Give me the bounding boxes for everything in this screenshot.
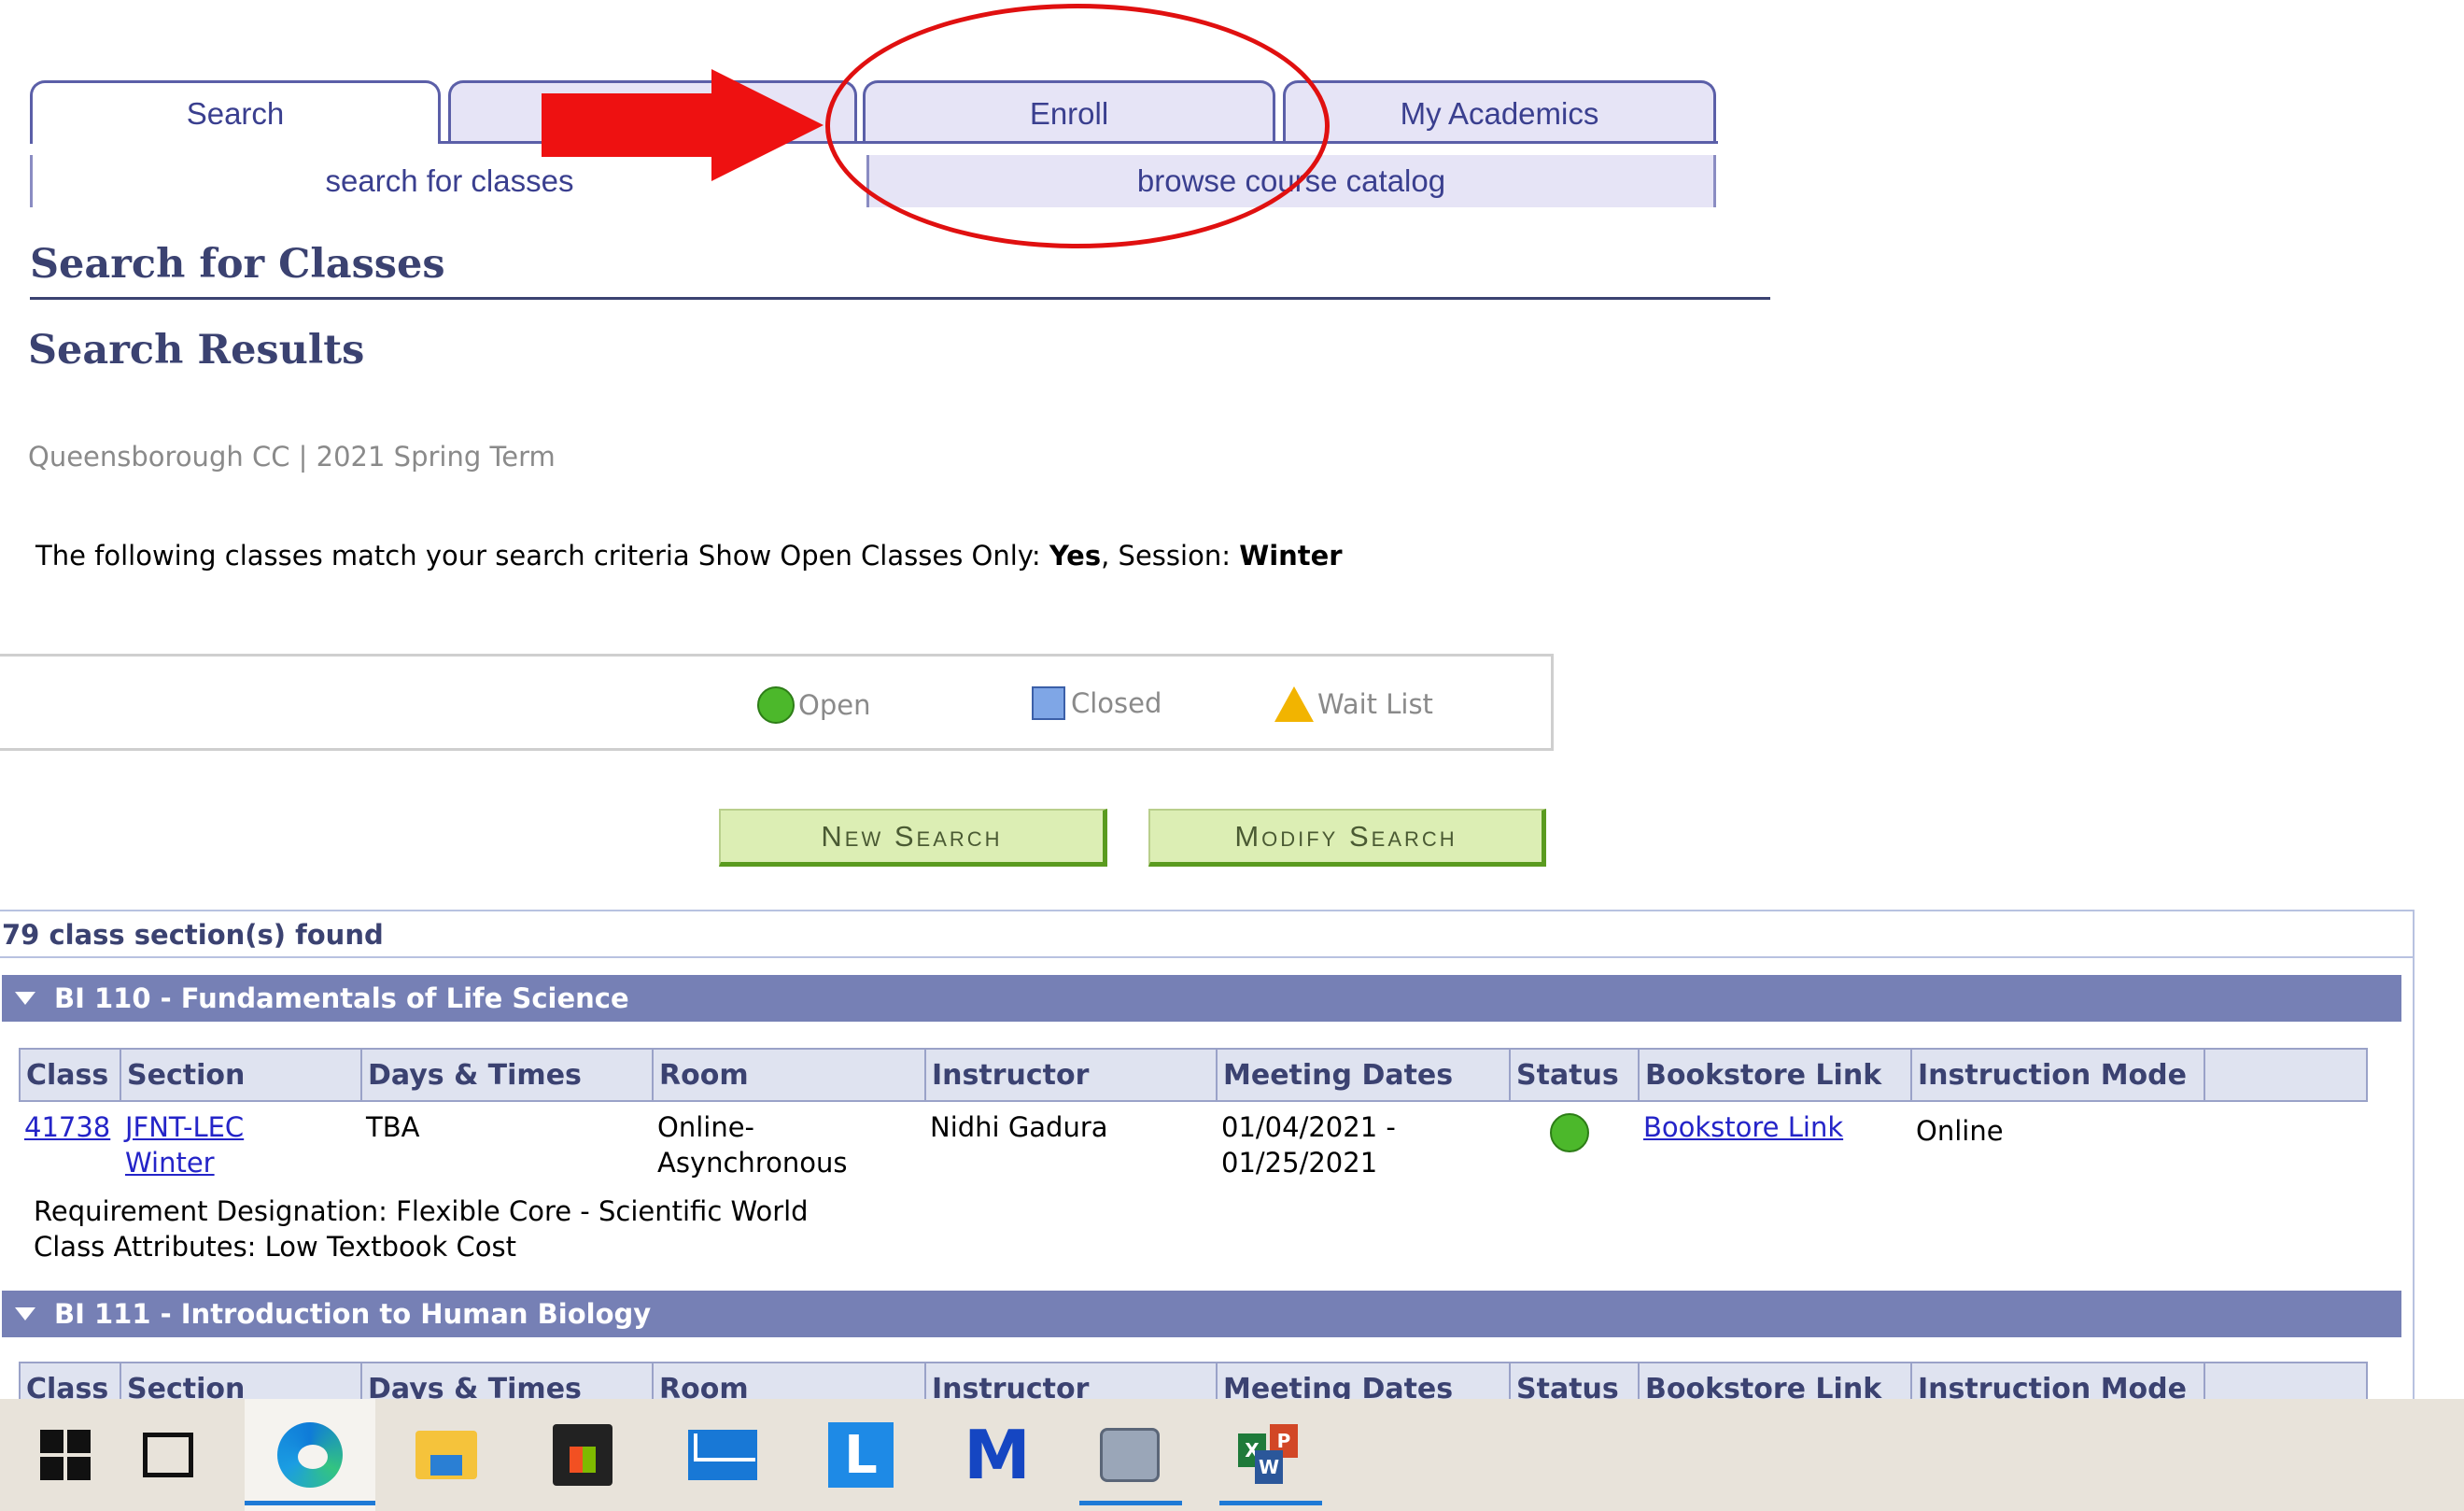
subtab-search-label: search for classes xyxy=(325,163,574,198)
annotation-circle xyxy=(825,4,1330,248)
modify-search-label: Modify Search xyxy=(1234,819,1457,853)
room: Online- Asynchronous xyxy=(657,1109,847,1180)
bookstore-link-text[interactable]: Bookstore Link xyxy=(1643,1111,1843,1143)
annotation-arrow-head xyxy=(711,69,824,181)
legend-open: Open xyxy=(757,686,870,724)
office-icon[interactable]: X P W xyxy=(1204,1399,1335,1511)
tab-my-academics-label: My Academics xyxy=(1400,95,1599,131)
task-view-icon[interactable] xyxy=(103,1399,233,1511)
dates-line2: 01/25/2021 xyxy=(1221,1147,1378,1179)
section-title: Search Results xyxy=(28,327,365,374)
course-title: BI 111 - Introduction to Human Biology xyxy=(54,1298,652,1330)
malwarebytes-icon[interactable]: M xyxy=(932,1399,1063,1511)
col-class: Class xyxy=(26,1058,109,1092)
store-icon[interactable] xyxy=(517,1399,648,1511)
tab-search-label: Search xyxy=(186,95,285,131)
new-search-button[interactable]: New Search xyxy=(719,809,1107,867)
days-times: TBA xyxy=(366,1111,420,1143)
collapse-triangle-icon[interactable] xyxy=(15,992,35,1005)
course-header[interactable]: BI 110 - Fundamentals of Life Science xyxy=(2,975,2401,1022)
legend-wait-list: Wait List xyxy=(1274,686,1433,722)
annotation-arrow-body xyxy=(542,93,719,157)
taskbar: L M X P W xyxy=(0,1399,2464,1511)
results-count: 79 class section(s) found xyxy=(2,919,384,951)
legend-closed-label: Closed xyxy=(1071,687,1162,719)
col-instruction-mode: Instruction Mode xyxy=(1910,1050,2204,1100)
class-attributes: Class Attributes: Low Textbook Cost xyxy=(34,1231,517,1263)
legend-wait-label: Wait List xyxy=(1317,688,1433,720)
dates-line1: 01/04/2021 - xyxy=(1221,1111,1396,1143)
bookstore-link[interactable]: Bookstore Link xyxy=(1643,1109,1843,1145)
wait-list-status-icon xyxy=(1274,686,1314,722)
room-line2: Asynchronous xyxy=(657,1147,848,1179)
search-criteria: The following classes match your search … xyxy=(35,540,1343,572)
sections-table-header: Class Section Days & Times Room Instruct… xyxy=(19,1048,2368,1102)
section-session[interactable]: Winter xyxy=(125,1147,215,1179)
title-divider xyxy=(30,297,1770,300)
status-legend: Open Closed Wait List xyxy=(0,654,1554,751)
col-instructor: Instructor xyxy=(924,1050,1216,1100)
closed-status-icon xyxy=(1032,686,1065,720)
open-status-icon xyxy=(757,686,795,724)
room-line1: Online- xyxy=(657,1111,755,1143)
col-room: Room xyxy=(652,1050,924,1100)
criteria-session: Winter xyxy=(1239,540,1343,572)
new-search-label: New Search xyxy=(821,819,1003,853)
course-title: BI 110 - Fundamentals of Life Science xyxy=(54,982,629,1014)
class-number-link[interactable]: 41738 xyxy=(24,1109,110,1145)
section-link[interactable]: JFNT-LEC Winter xyxy=(125,1109,244,1180)
col-bookstore: Bookstore Link xyxy=(1638,1050,1910,1100)
l-app-icon[interactable]: L xyxy=(796,1399,926,1511)
meeting-dates: 01/04/2021 - 01/25/2021 xyxy=(1221,1109,1396,1180)
mail-icon[interactable] xyxy=(657,1399,788,1511)
page-title: Search for Classes xyxy=(30,241,445,288)
col-status: Status xyxy=(1509,1050,1638,1100)
class-number[interactable]: 41738 xyxy=(24,1111,110,1143)
tab-my-academics[interactable]: My Academics xyxy=(1283,80,1716,144)
legend-closed: Closed xyxy=(1032,686,1162,720)
institution-term: Queensborough CC | 2021 Spring Term xyxy=(28,441,556,473)
results-divider xyxy=(0,956,2415,958)
criteria-prefix: The following classes match your search … xyxy=(35,540,1049,572)
requirement-designation: Requirement Designation: Flexible Core -… xyxy=(34,1195,809,1227)
tab-search[interactable]: Search xyxy=(30,80,441,144)
file-explorer-icon[interactable] xyxy=(381,1399,512,1511)
col-meeting-dates: Meeting Dates xyxy=(1216,1050,1509,1100)
legend-open-label: Open xyxy=(798,689,871,721)
col-days-times: Days & Times xyxy=(360,1050,652,1100)
printer-app-icon[interactable] xyxy=(1064,1399,1195,1511)
col-empty xyxy=(2204,1050,2366,1100)
course-header[interactable]: BI 111 - Introduction to Human Biology xyxy=(2,1291,2401,1337)
collapse-triangle-icon[interactable] xyxy=(15,1307,35,1320)
criteria-open-only: Yes xyxy=(1049,540,1102,572)
open-status-icon xyxy=(1550,1113,1589,1152)
col-section: Section xyxy=(120,1050,360,1100)
criteria-session-label: , Session: xyxy=(1101,540,1240,572)
instructor: Nidhi Gadura xyxy=(930,1111,1108,1143)
section-code[interactable]: JFNT-LEC xyxy=(125,1111,244,1143)
modify-search-button[interactable]: Modify Search xyxy=(1148,809,1546,867)
edge-icon[interactable] xyxy=(245,1399,375,1511)
instruction-mode: Online xyxy=(1916,1115,2004,1147)
